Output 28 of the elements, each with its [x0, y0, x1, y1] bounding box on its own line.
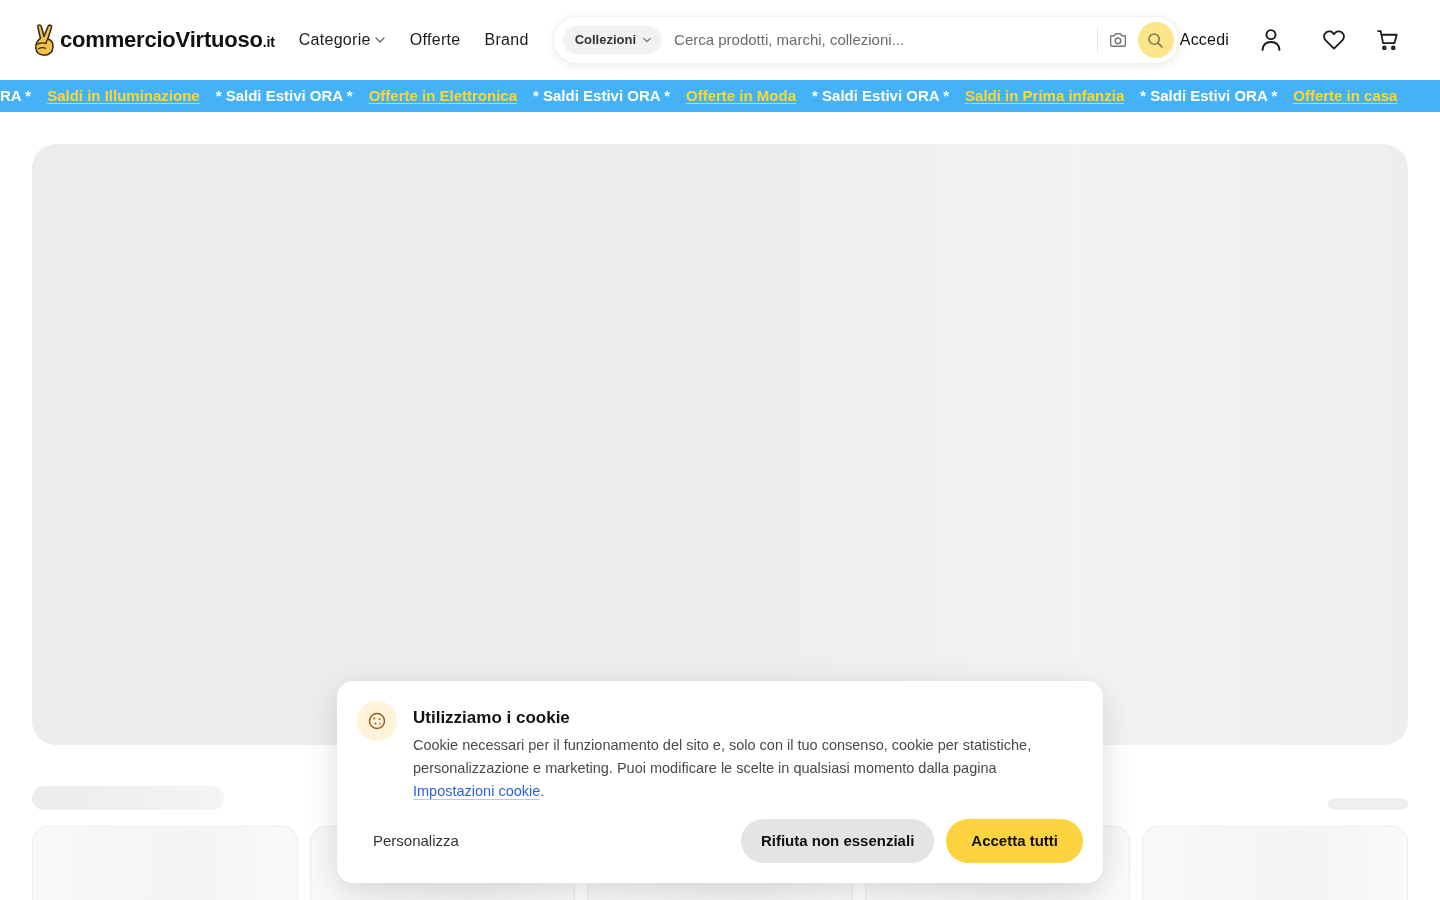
promo-text: * Saldi Estivi ORA *: [1140, 85, 1278, 106]
cookie-settings-link[interactable]: Impostazioni cookie: [413, 783, 541, 800]
search-bar[interactable]: Collezioni Cerca prodotti, marchi, collezioni...: [552, 16, 1180, 64]
heart-icon[interactable]: [1323, 30, 1345, 50]
promo-text: * Saldi Estivi ORA *: [215, 85, 353, 106]
promo-text: * Saldi Estivi ORA *: [533, 85, 670, 106]
nav-link[interactable]: Brand: [484, 28, 529, 52]
categories-menu-button[interactable]: Categorie: [298, 28, 386, 52]
search-input[interactable]: Cerca prodotti, marchi, collezioni...: [662, 28, 1097, 52]
search-button[interactable]: [1137, 22, 1174, 58]
nav-link[interactable]: Offerte: [409, 28, 461, 52]
cookie-icon: [357, 700, 397, 741]
search-icon: [1148, 32, 1164, 48]
chevron-down-icon: [642, 35, 653, 45]
cookie-title: Utilizziamo i cookie: [413, 706, 571, 729]
promo-text: RA *: [0, 85, 32, 106]
collections-dropdown[interactable]: Collezioni: [562, 26, 663, 54]
accept-button[interactable]: Accetta tutti: [946, 819, 1083, 863]
cart-icon[interactable]: [1377, 30, 1398, 50]
camera-icon[interactable]: [1109, 32, 1126, 48]
cookie-text: Cookie necessari per il funzionamento del sito e, solo con il tuo consenso, cookie per statistiche, personalizzazione e marketing. Puoi modificare le scelte in qualsiasi momento dalla pagina Impostazioni cookie.: [413, 736, 1033, 802]
reject-button[interactable]: Rifiuta non essenziali: [740, 819, 935, 863]
logo-text[interactable]: commercioVirtuoso.it: [60, 29, 275, 51]
hand-icon: [32, 24, 56, 56]
login-link[interactable]: Accedi: [1179, 28, 1229, 52]
customize-button[interactable]: Personalizza: [357, 819, 475, 863]
promo-text: * Saldi Estivi ORA *: [812, 85, 950, 106]
user-icon[interactable]: [1261, 29, 1281, 51]
